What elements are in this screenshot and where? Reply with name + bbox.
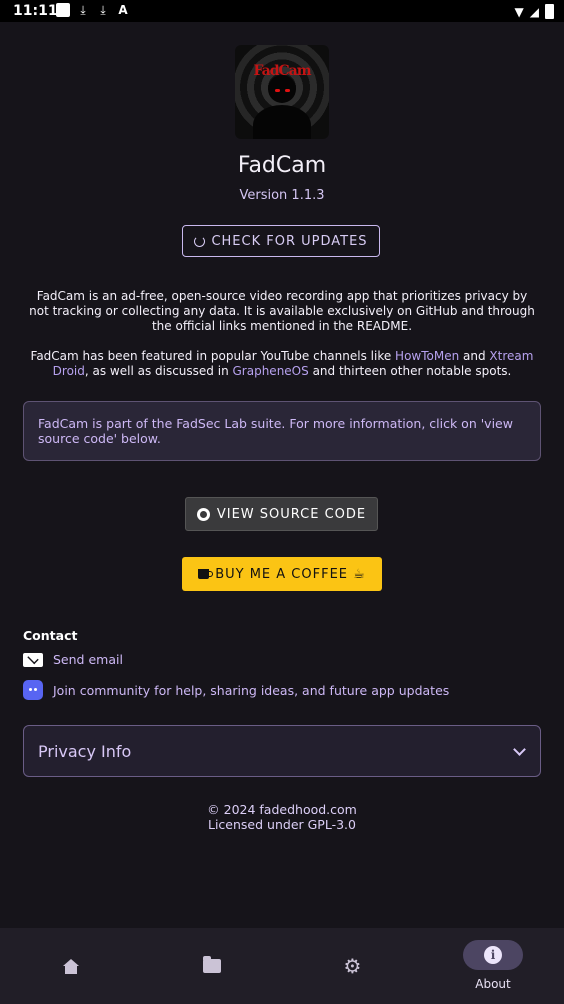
battery-icon xyxy=(545,4,554,19)
privacy-info-expander[interactable]: Privacy Info xyxy=(23,725,541,777)
download-icon: ⤓ xyxy=(80,3,86,17)
info-icon: i xyxy=(484,946,502,964)
app-description: FadCam is an ad-free, open-source video … xyxy=(29,289,535,333)
app-logo: FadCam xyxy=(235,45,329,139)
signal-icon: ◢ xyxy=(529,4,539,19)
status-time: 11:11 xyxy=(13,3,58,19)
notification-square-icon xyxy=(56,3,70,17)
featured-text-4: and thirteen other notable spots. xyxy=(308,364,512,378)
featured-text-2: and xyxy=(459,349,490,363)
fadsec-info-box: FadCam is part of the FadSec Lab suite. … xyxy=(23,401,541,461)
bottom-navigation: ⚙ i About xyxy=(0,928,564,1004)
folder-icon xyxy=(202,956,221,973)
footer-copyright: © 2024 fadedhood.com xyxy=(207,802,357,817)
buy-coffee-label: BUY ME A COFFEE ☕ xyxy=(215,566,366,582)
system-status-icons: ▼ ◢ xyxy=(515,4,554,19)
about-screen: FadCam FadCam Version 1.1.3 CHECK FOR UP… xyxy=(0,22,564,928)
settings-gear-icon: ⚙ xyxy=(343,954,362,978)
join-community-label: Join community for help, sharing ideas, … xyxy=(53,682,450,698)
send-email-link[interactable]: Send email xyxy=(23,652,123,667)
check-updates-button[interactable]: CHECK FOR UPDATES xyxy=(182,225,380,257)
app-title: FadCam xyxy=(237,153,327,178)
logo-figure-head xyxy=(268,75,296,103)
chevron-down-icon xyxy=(513,742,526,756)
app-version: Version 1.1.3 xyxy=(239,188,325,203)
link-grapheneos[interactable]: GrapheneOS xyxy=(233,364,309,378)
discord-icon xyxy=(23,680,43,700)
logo-eye-left xyxy=(275,89,280,92)
view-source-label: VIEW SOURCE CODE xyxy=(216,506,367,522)
contact-heading: Contact xyxy=(23,628,78,643)
status-bar: 11:11 ⤓ ⤓ A ▼ ◢ xyxy=(0,0,564,22)
nav-item-records[interactable] xyxy=(141,928,282,1004)
featured-description: FadCam has been featured in popular YouT… xyxy=(26,349,538,379)
font-a-icon: A xyxy=(118,3,128,17)
buy-coffee-button[interactable]: BUY ME A COFFEE ☕ xyxy=(182,557,382,591)
nav-item-settings[interactable]: ⚙ xyxy=(282,928,423,1004)
logo-eye-right xyxy=(285,89,290,92)
refresh-icon xyxy=(194,235,206,247)
github-icon xyxy=(196,507,210,521)
coffee-cup-icon xyxy=(198,569,214,579)
logo-figure-body xyxy=(253,105,311,139)
nav-label-about: About xyxy=(475,977,511,991)
join-community-link[interactable]: Join community for help, sharing ideas, … xyxy=(23,680,449,700)
footer-license: Licensed under GPL-3.0 xyxy=(208,817,356,832)
mail-icon xyxy=(23,652,43,667)
notification-icons: ⤓ ⤓ A xyxy=(56,3,130,17)
send-email-label: Send email xyxy=(53,652,123,667)
home-icon xyxy=(62,959,79,974)
featured-text-1: FadCam has been featured in popular YouT… xyxy=(30,349,396,363)
check-updates-label: CHECK FOR UPDATES xyxy=(211,233,368,249)
wifi-icon: ▼ xyxy=(514,4,524,19)
featured-text-3: , as well as discussed in xyxy=(84,364,233,378)
download-icon-2: ⤓ xyxy=(100,3,106,17)
view-source-button[interactable]: VIEW SOURCE CODE xyxy=(185,497,378,531)
privacy-info-title: Privacy Info xyxy=(38,741,132,761)
nav-item-home[interactable] xyxy=(0,928,141,1004)
link-howtomen[interactable]: HowToMen xyxy=(395,349,459,363)
fadsec-info-text: FadCam is part of the FadSec Lab suite. … xyxy=(38,416,513,446)
